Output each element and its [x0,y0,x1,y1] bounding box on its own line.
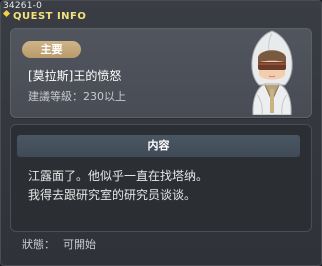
quest-level-requirement: 建議等級：230以上 [28,90,126,103]
diamond-icon [2,9,11,18]
npc-portrait-icon [251,30,293,115]
quest-info-window: 34261-0 QUEST INFO 主要 [莫拉斯]王的愤怒 建議等級：230… [0,0,322,266]
status-value: 可開始 [63,238,96,251]
quest-status: 狀態： 可開始 [22,238,96,252]
quest-name: [莫拉斯]王的愤怒 [28,69,122,83]
title-bar[interactable]: 34261-0 QUEST INFO [1,1,321,23]
content-section-header: 内容 [17,135,300,157]
quest-type-badge: 主要 [22,41,81,58]
status-label: 狀態： [22,238,55,251]
window-title: QUEST INFO [13,11,87,22]
quest-id-label: 34261-0 [3,1,43,11]
content-line: 我得去跟研究室的研究员谈谈。 [28,188,197,202]
content-line: 江露面了。他似乎一直在找塔纳。 [28,169,209,183]
